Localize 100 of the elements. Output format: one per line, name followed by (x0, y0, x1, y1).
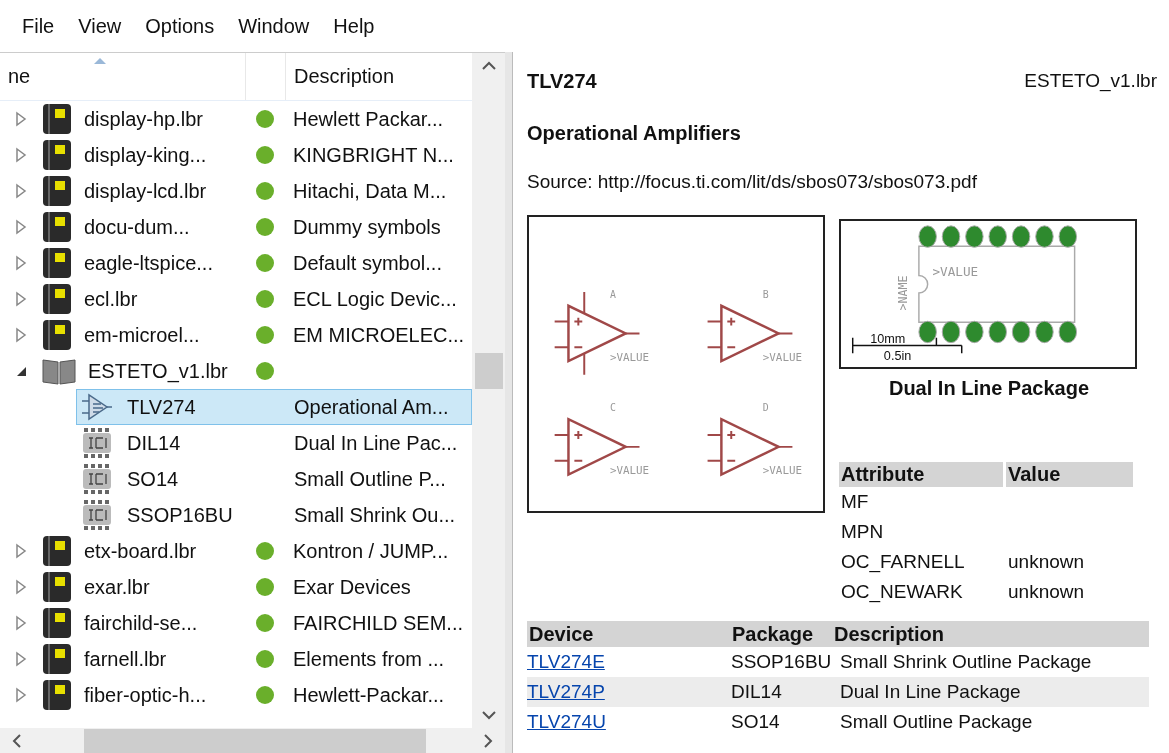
library-description: Default symbol... (292, 251, 443, 275)
library-name: ESTETO_v1.lbr (1024, 70, 1157, 92)
column-header: Device (527, 621, 729, 647)
expand-arrow-icon[interactable] (14, 615, 28, 631)
menu-item[interactable]: Options (135, 10, 225, 42)
book-icon (42, 535, 72, 567)
item-name: SO14 (127, 467, 179, 491)
book-icon (42, 571, 72, 603)
attribute-name: MF (840, 490, 870, 514)
library-description: KINGBRIGHT N... (292, 143, 455, 167)
library-name[interactable]: fiber-optic-h... (84, 683, 207, 707)
expand-arrow-icon[interactable] (14, 543, 28, 559)
vertical-scrollbar[interactable] (472, 53, 505, 728)
column-header: Description (834, 621, 1149, 647)
library-description: Hewlett-Packar... (292, 683, 446, 707)
value-label: >VALUE (932, 263, 979, 279)
expand-arrow-icon[interactable] (14, 111, 28, 127)
tree-row[interactable]: SO14 Small Outline P... (76, 461, 472, 497)
book-icon (42, 643, 72, 675)
library-description: Hewlett Packar... (292, 107, 445, 131)
library-name[interactable]: ecl.lbr (84, 287, 138, 311)
name-label: >NAME (896, 275, 911, 311)
library-name[interactable]: docu-dum... (84, 215, 190, 239)
library-name[interactable]: em-microel... (84, 323, 200, 347)
expand-arrow-icon[interactable] (14, 687, 28, 703)
library-description: Hitachi, Data M... (292, 179, 448, 203)
scroll-thumb[interactable] (474, 352, 503, 389)
library-name[interactable]: ESTETO_v1.lbr (88, 359, 228, 383)
library-description: ECL Logic Devic... (292, 287, 458, 311)
horizontal-scrollbar[interactable] (0, 728, 505, 753)
value-label: >VALUE (762, 464, 802, 478)
book-icon (42, 319, 72, 351)
gate-label: C (609, 402, 616, 414)
expand-arrow-icon[interactable] (14, 183, 28, 199)
expand-arrow-icon[interactable] (14, 219, 28, 235)
library-name[interactable]: etx-board.lbr (84, 539, 197, 563)
scroll-up-icon[interactable] (480, 61, 497, 71)
expand-arrow-icon[interactable] (14, 147, 28, 163)
book-icon (42, 247, 72, 279)
book-icon (42, 679, 72, 711)
chip-icon (81, 428, 113, 458)
book-icon (42, 607, 72, 639)
expand-arrow-icon[interactable] (14, 255, 28, 271)
library-description: Dummy symbols (292, 215, 442, 239)
expand-arrow-icon[interactable] (14, 291, 28, 307)
tree-row[interactable]: SSOP16BU Small Shrink Ou... (76, 497, 472, 533)
library-name[interactable]: farnell.lbr (84, 647, 167, 671)
library-name[interactable]: display-lcd.lbr (84, 179, 207, 203)
menu-item[interactable]: Help (323, 10, 385, 42)
menu-item[interactable]: Window (228, 10, 320, 42)
library-description: Exar Devices (292, 575, 412, 599)
attribute-name: OC_NEWARK (840, 580, 964, 605)
library-name[interactable]: display-hp.lbr (84, 107, 203, 131)
value-label: >VALUE (762, 351, 802, 365)
expand-arrow-icon[interactable] (14, 651, 28, 667)
library-name[interactable]: eagle-ltspice... (84, 251, 213, 275)
item-description: Operational Am... (293, 395, 450, 419)
device-link[interactable]: TLV274P (527, 677, 729, 707)
item-name: TLV274 (127, 395, 196, 419)
library-description: Elements from ... (292, 647, 446, 671)
column-header[interactable]: Description (294, 65, 395, 88)
scroll-thumb[interactable] (84, 728, 426, 753)
menu-item[interactable]: View (68, 10, 132, 42)
attribute-name: OC_FARNELL (840, 550, 966, 575)
tree-row[interactable]: TLV274 Operational Am... (76, 389, 472, 425)
item-name: SSOP16BU (127, 503, 233, 527)
tree-row[interactable]: DIL14 Dual In Line Pac... (76, 425, 472, 461)
attribute-name: MPN (840, 520, 885, 544)
attribute-value: unknown (1007, 580, 1086, 604)
library-name[interactable]: display-king... (84, 143, 207, 167)
menu-item[interactable]: File (12, 10, 65, 42)
book-icon (42, 175, 72, 207)
book-icon (42, 283, 72, 315)
book-icon (42, 211, 72, 243)
item-name: DIL14 (127, 431, 181, 455)
column-header: Package (729, 621, 834, 647)
library-name[interactable]: fairchild-se... (84, 611, 198, 635)
column-header: Attribute (839, 462, 1003, 487)
expand-arrow-icon[interactable] (14, 327, 28, 343)
gate-label: B (762, 288, 769, 300)
library-name[interactable]: exar.lbr (84, 575, 150, 599)
column-header: Value (1006, 462, 1133, 487)
scroll-down-icon[interactable] (480, 710, 497, 720)
scroll-right-icon[interactable] (483, 732, 493, 749)
library-description: FAIRCHILD SEM... (292, 611, 465, 635)
library-description: EM MICROELEC... (292, 323, 466, 347)
library-description: Kontron / JUMP... (292, 539, 450, 563)
scroll-left-icon[interactable] (12, 732, 22, 749)
item-description: Small Outline P... (293, 467, 447, 491)
symbol-icon (81, 392, 113, 422)
expand-arrow-icon[interactable] (14, 579, 28, 595)
attribute-value: unknown (1007, 550, 1086, 574)
item-description: Dual In Line Pac... (293, 431, 459, 455)
book-icon (42, 139, 72, 171)
book-icon (42, 103, 72, 135)
device-description: Dual In Line Package (834, 677, 1149, 707)
item-description: Small Shrink Ou... (293, 503, 457, 527)
column-header[interactable]: ne (8, 65, 31, 88)
scale-label: 10mm (870, 331, 906, 346)
gate-label: A (609, 288, 616, 300)
